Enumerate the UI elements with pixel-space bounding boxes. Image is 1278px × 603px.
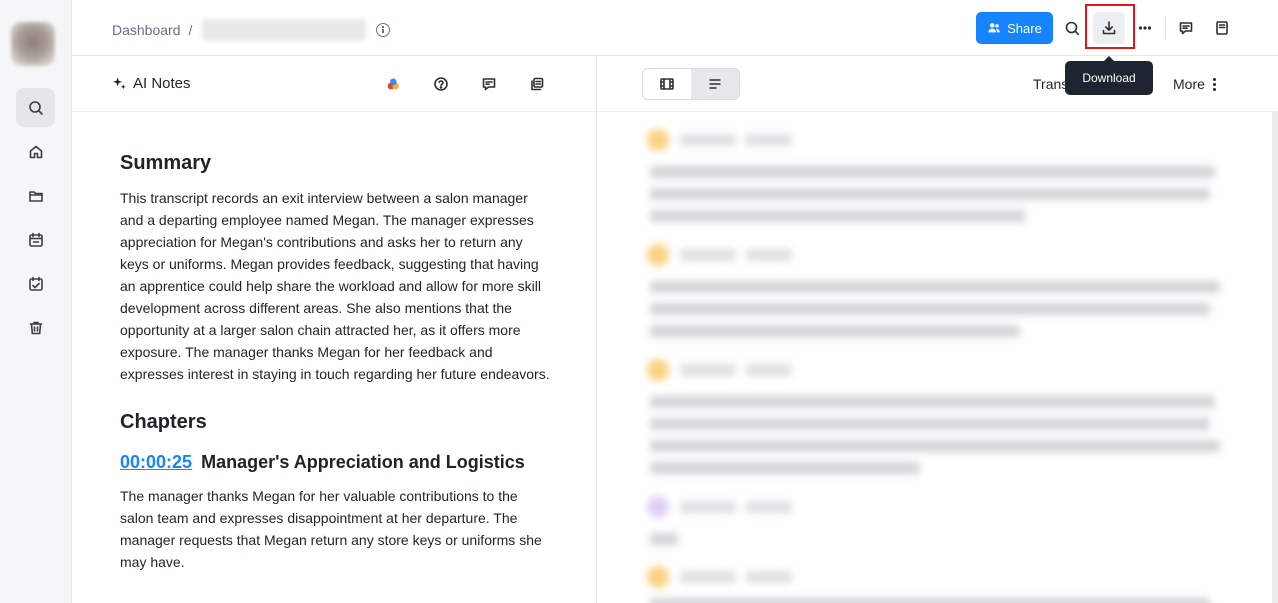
document-icon: [1216, 21, 1228, 35]
transcript-scrollbar[interactable]: [1272, 112, 1278, 603]
download-tooltip: Download: [1065, 56, 1153, 95]
more-label: More: [1173, 76, 1205, 92]
transcript-body-redacted: [642, 124, 1232, 603]
app-window: Dashboard / Share Download AI Notes Summ…: [0, 0, 1278, 603]
toolbar-divider: [1165, 18, 1166, 38]
ai-notes-header: AI Notes: [72, 56, 596, 112]
transcript-header: Trans More: [597, 56, 1278, 112]
ai-notes-panel: AI Notes Summary This transcript records…: [72, 56, 597, 603]
search-icon[interactable]: [16, 88, 55, 127]
chapter-timestamp-link[interactable]: 00:00:25: [120, 452, 192, 472]
chapter-text: The manager thanks Megan for her valuabl…: [120, 488, 542, 570]
share-label: Share: [1007, 20, 1042, 36]
film-icon: [660, 78, 674, 90]
transcript-tab-label[interactable]: Trans: [1033, 76, 1068, 92]
text-lines-icon: [709, 79, 721, 89]
notes-panel-button[interactable]: [1206, 12, 1238, 44]
color-palette-icon[interactable]: [383, 74, 403, 94]
copy-icon[interactable]: [527, 74, 547, 94]
share-button[interactable]: Share: [976, 12, 1053, 44]
more-menu-button[interactable]: More: [1173, 76, 1216, 92]
transcript-panel: Trans More: [597, 56, 1278, 603]
comments-button[interactable]: [1170, 12, 1202, 44]
download-highlight-box: [1085, 4, 1135, 49]
more-options-button[interactable]: [1129, 12, 1161, 44]
avatar[interactable]: [11, 22, 55, 66]
chapters-heading: Chapters: [120, 411, 207, 433]
breadcrumb-file-name-redacted: [202, 19, 367, 41]
summary-heading: Summary: [120, 152, 212, 174]
vertical-ellipsis-icon: [1212, 77, 1216, 91]
breadcrumb-separator: /: [188, 22, 193, 38]
folder-icon[interactable]: [16, 176, 55, 215]
ai-notes-title: AI Notes: [112, 75, 191, 92]
sparkle-icon: [113, 77, 126, 90]
chapter-title: Manager's Appreciation and Logistics: [201, 452, 525, 472]
text-view-toggle[interactable]: [691, 69, 739, 99]
search-icon: [1065, 21, 1080, 36]
left-rail: [0, 0, 72, 603]
calendar-check-icon[interactable]: [16, 264, 55, 303]
note-edit-icon[interactable]: [479, 74, 499, 94]
comment-icon: [1179, 22, 1193, 35]
breadcrumb-dashboard-link[interactable]: Dashboard: [112, 22, 181, 38]
ellipsis-icon: [1138, 26, 1152, 30]
trash-icon[interactable]: [16, 308, 55, 347]
view-toggle: [642, 68, 740, 100]
search-transcript-button[interactable]: [1056, 12, 1088, 44]
calendar-icon[interactable]: [16, 220, 55, 259]
home-icon[interactable]: [16, 132, 55, 171]
summary-text: This transcript records an exit intervie…: [120, 190, 550, 382]
ai-notes-title-text: AI Notes: [133, 75, 191, 92]
users-icon: [988, 23, 1000, 33]
top-bar: Dashboard / Share: [72, 0, 1278, 56]
chapter-title-row: 00:00:25 Manager's Appreciation and Logi…: [120, 452, 550, 473]
info-icon[interactable]: [376, 23, 391, 37]
breadcrumb: Dashboard /: [112, 19, 391, 41]
video-view-toggle[interactable]: [643, 69, 691, 99]
notes-content: Summary This transcript records an exit …: [120, 152, 550, 573]
help-icon[interactable]: [431, 74, 451, 94]
